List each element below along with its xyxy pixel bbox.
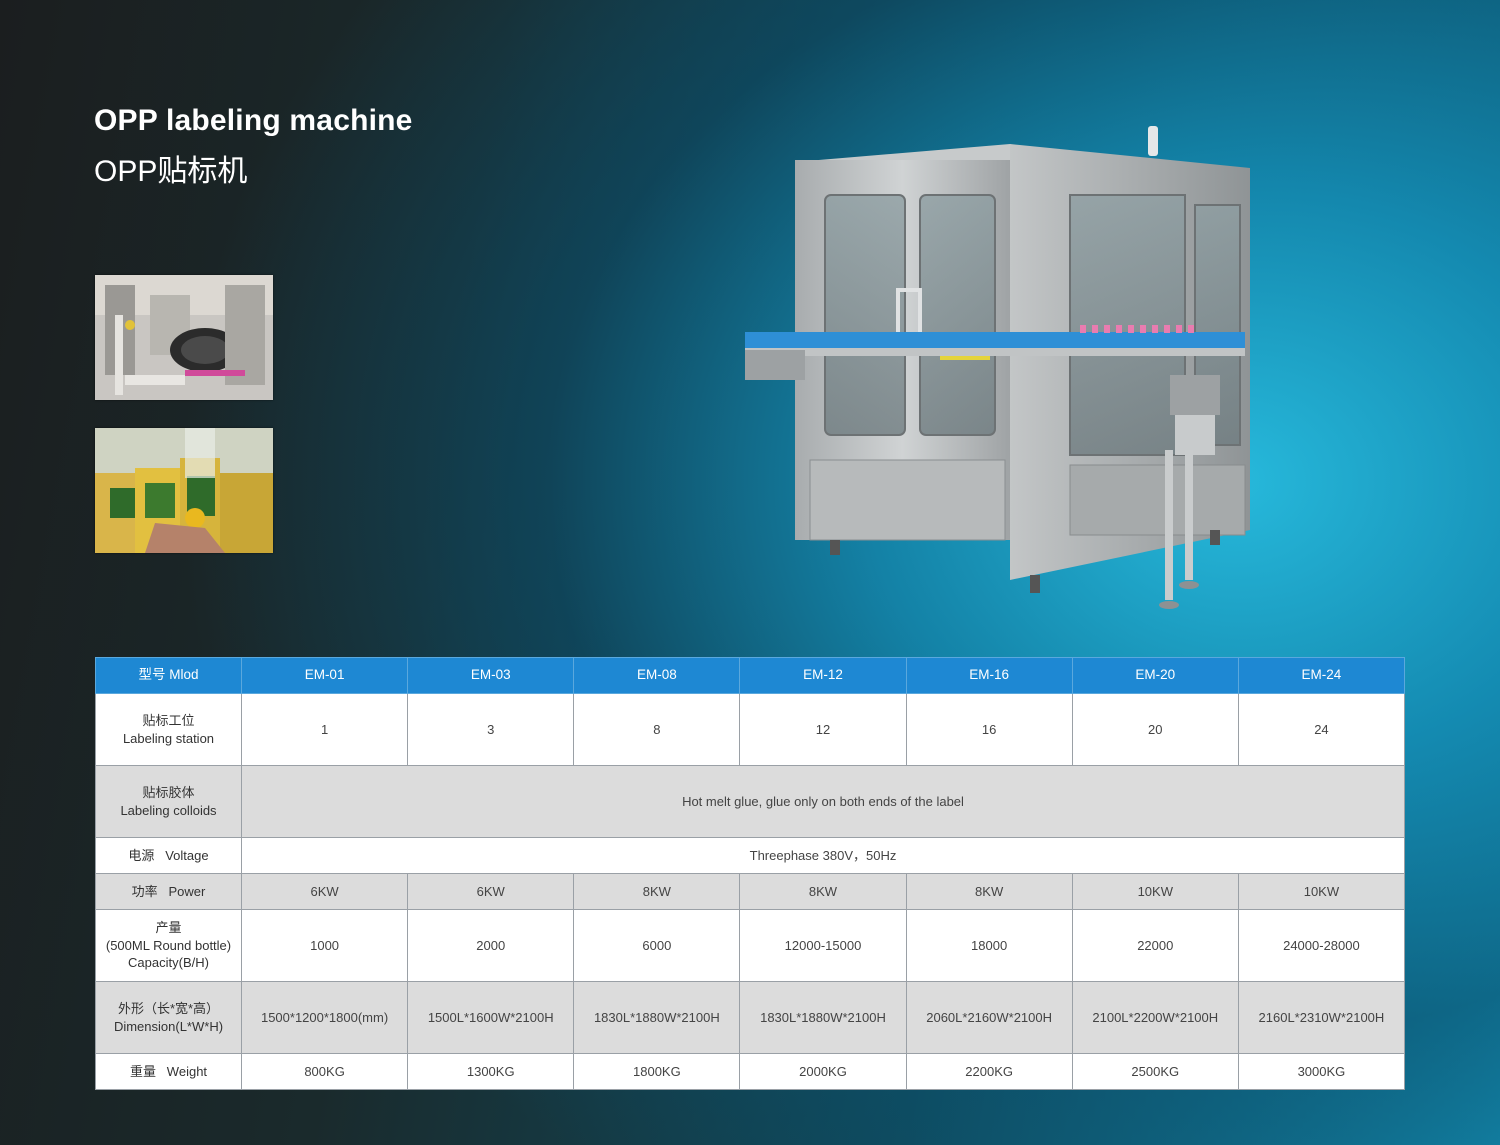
table-row-labeling-station: 贴标工位 Labeling station 1 3 8 12 16 20 24 [95, 693, 1406, 766]
table-cell: 12000-15000 [739, 909, 907, 982]
table-cell: 800KG [240, 1053, 409, 1090]
model-header-em01: EM-01 [240, 657, 409, 694]
model-header-em24: EM-24 [1237, 657, 1406, 694]
row-label-dimension: 外形（长*宽*高） Dimension(L*W*H) [95, 981, 242, 1054]
row-label-en: (500ML Round bottle) [105, 937, 232, 953]
page-title-cn: OPP贴标机 [94, 155, 248, 188]
row-label-en: Dimension(L*W*H) [113, 1018, 224, 1034]
table-cell: 1500*1200*1800(mm) [240, 981, 409, 1054]
labeling-machine-image [740, 120, 1270, 620]
table-cell-merged: Hot melt glue, glue only on both ends of… [241, 765, 1405, 838]
table-cell: 1500L*1600W*2100H [407, 981, 575, 1054]
table-cell: 8KW [905, 873, 1073, 910]
labeling-station-photo [95, 275, 273, 400]
table-cell: 2100L*2200W*2100H [1071, 981, 1239, 1054]
table-row-voltage: 电源 Voltage Threephase 380V，50Hz [95, 837, 1405, 874]
row-label-cn: 外形（长*宽*高） [117, 1000, 220, 1016]
table-row-power: 功率 Power 6KW 6KW 8KW 8KW 8KW 10KW 10KW [95, 873, 1406, 910]
row-label-capacity: 产量 (500ML Round bottle) Capacity(B/H) [95, 909, 242, 982]
table-cell: 8KW [573, 873, 741, 910]
table-cell: 1830L*1880W*2100H [739, 981, 907, 1054]
table-cell: 2160L*2310W*2100H [1237, 981, 1406, 1054]
model-header-em20: EM-20 [1071, 657, 1239, 694]
row-label-cn: 贴标胶体 [142, 784, 195, 800]
table-row-capacity: 产量 (500ML Round bottle) Capacity(B/H) 10… [95, 909, 1406, 982]
table-cell: 10KW [1237, 873, 1406, 910]
table-cell: 1000 [240, 909, 409, 982]
model-header-em08: EM-08 [573, 657, 741, 694]
table-cell: 1 [240, 693, 409, 766]
table-cell: 6000 [573, 909, 741, 982]
table-row-dimension: 外形（长*宽*高） Dimension(L*W*H) 1500*1200*180… [95, 981, 1406, 1054]
table-cell: 1800KG [573, 1053, 741, 1090]
row-label-en: Labeling station [122, 730, 215, 746]
table-cell: 2200KG [905, 1053, 1073, 1090]
row-label-voltage: 电源 Voltage [95, 837, 242, 874]
table-cell: 20 [1071, 693, 1239, 766]
table-cell: 18000 [905, 909, 1073, 982]
row-label-cn: 贴标工位 [142, 712, 195, 728]
row-label-labeling-station: 贴标工位 Labeling station [95, 693, 242, 766]
table-cell: 22000 [1071, 909, 1239, 982]
row-label-labeling-colloids: 贴标胶体 Labeling colloids [95, 765, 242, 838]
specification-table: 型号 Mlod EM-01 EM-03 EM-08 EM-12 EM-16 EM… [95, 657, 1406, 1090]
table-cell: 1830L*1880W*2100H [573, 981, 741, 1054]
row-label-en: Capacity(B/H) [128, 955, 209, 971]
table-cell: 3000KG [1237, 1053, 1406, 1090]
row-label-en: Labeling colloids [120, 802, 217, 818]
table-cell: 3 [407, 693, 575, 766]
table-cell: 8 [573, 693, 741, 766]
model-header-label: 型号 Mlod [95, 657, 242, 694]
table-cell: 1300KG [407, 1053, 575, 1090]
table-cell: 10KW [1071, 873, 1239, 910]
table-cell: 6KW [407, 873, 575, 910]
table-cell: 24000-28000 [1237, 909, 1406, 982]
table-cell: 6KW [240, 873, 409, 910]
page-title: OPP labeling machine [94, 104, 413, 137]
table-cell: 12 [739, 693, 907, 766]
model-header-em03: EM-03 [407, 657, 575, 694]
row-label-power: 功率 Power [95, 873, 242, 910]
table-row-weight: 重量 Weight 800KG 1300KG 1800KG 2000KG 220… [95, 1053, 1406, 1090]
model-header-em12: EM-12 [739, 657, 907, 694]
row-label-weight: 重量 Weight [95, 1053, 242, 1090]
table-cell: 8KW [739, 873, 907, 910]
model-header-em16: EM-16 [905, 657, 1073, 694]
table-cell-merged: Threephase 380V，50Hz [241, 837, 1405, 874]
labeled-bottles-photo [95, 428, 273, 553]
row-label-cn: 产量 [155, 920, 182, 936]
table-cell: 24 [1237, 693, 1406, 766]
table-cell: 2000 [407, 909, 575, 982]
table-cell: 2500KG [1071, 1053, 1239, 1090]
table-cell: 16 [905, 693, 1073, 766]
table-header-row: 型号 Mlod EM-01 EM-03 EM-08 EM-12 EM-16 EM… [95, 657, 1406, 694]
table-row-labeling-colloids: 贴标胶体 Labeling colloids Hot melt glue, gl… [95, 765, 1405, 838]
table-cell: 2000KG [739, 1053, 907, 1090]
table-cell: 2060L*2160W*2100H [905, 981, 1073, 1054]
